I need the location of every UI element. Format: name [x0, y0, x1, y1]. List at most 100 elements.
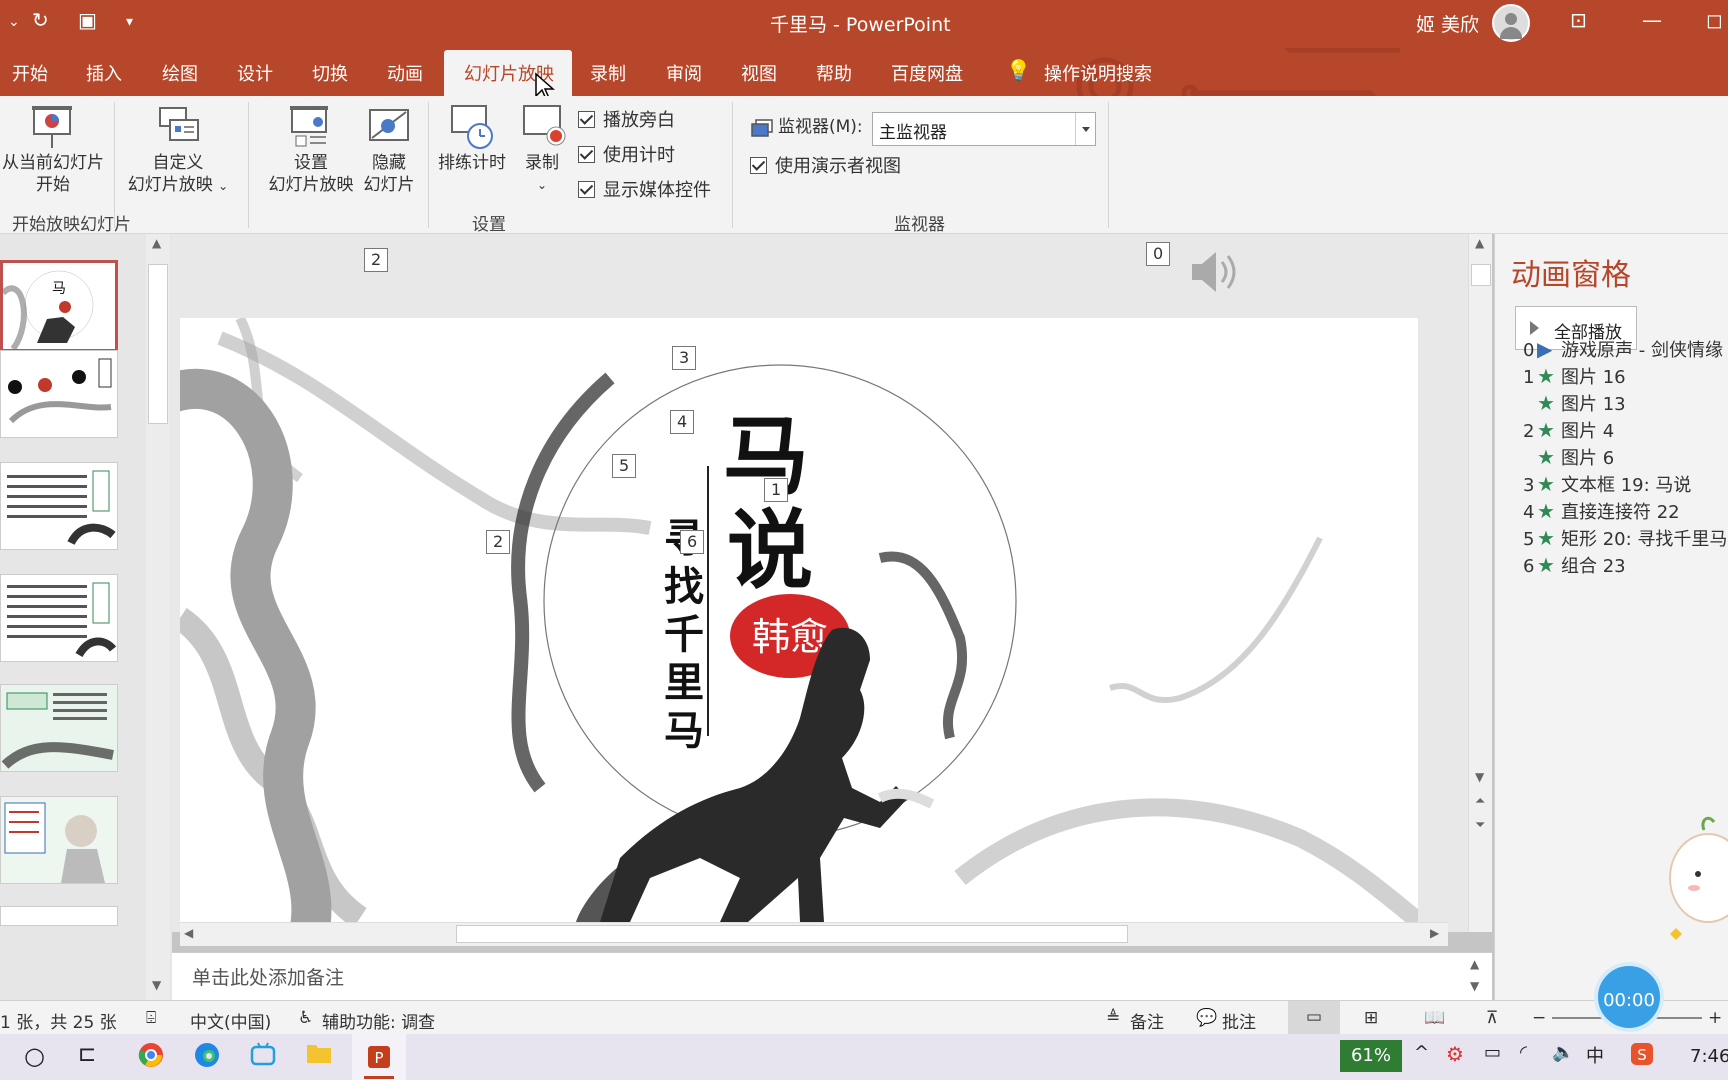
next-slide-icon[interactable]: ⏷ — [1475, 818, 1485, 833]
from-current-slide-button[interactable] — [30, 104, 74, 156]
battery-percentage[interactable]: 61% — [1340, 1040, 1402, 1072]
tab-animations[interactable]: 动画 — [387, 60, 423, 86]
animation-list-item[interactable]: 5 ★ 矩形 20: 寻找千里马 — [1523, 525, 1727, 551]
file-explorer-icon[interactable] — [306, 1042, 332, 1068]
powerpoint-taskbar-button[interactable]: P — [352, 1034, 406, 1080]
slideshow-qa-icon[interactable]: ▣ — [78, 8, 97, 32]
scroll-down-icon[interactable]: ▼ — [152, 978, 161, 992]
animation-list-item[interactable]: 0 ▶ 游戏原声 - 剑侠情缘 — [1523, 336, 1723, 362]
tab-insert[interactable]: 插入 — [86, 60, 122, 86]
volume-icon[interactable]: 🔈 — [1552, 1042, 1574, 1063]
setup-slideshow-button[interactable] — [288, 104, 334, 154]
slide-thumbnail-7[interactable] — [0, 906, 118, 926]
comments-button[interactable]: 批注 — [1222, 1008, 1256, 1033]
animation-list-item[interactable]: 3 ★ 文本框 19: 马说 — [1523, 471, 1691, 497]
restore-icon[interactable]: ◻ — [1706, 8, 1723, 32]
animation-tag[interactable]: 0 — [1146, 242, 1171, 266]
animation-tag[interactable]: 3 — [672, 346, 697, 370]
monitor-select[interactable]: 主监视器 — [872, 112, 1096, 146]
animation-list-item[interactable]: 6 ★ 组合 23 — [1523, 552, 1626, 578]
hide-slide-button[interactable] — [366, 104, 412, 150]
scroll-thumb[interactable] — [1471, 264, 1491, 286]
zoom-out-icon[interactable]: − — [1532, 1008, 1546, 1028]
animation-list-item[interactable]: 1 ★ 图片 16 — [1523, 363, 1626, 389]
accessibility-status[interactable]: 辅助功能: 调查 — [322, 1008, 435, 1033]
scroll-up-icon[interactable]: ▲ — [1475, 236, 1484, 250]
tab-view[interactable]: 视图 — [741, 60, 777, 86]
chevron-up-icon[interactable]: ^ — [1414, 1042, 1429, 1063]
slide-vertical-scrollbar[interactable]: ▲ ▼ ⏶ ⏷ — [1468, 234, 1492, 932]
normal-view-button[interactable]: ▭ — [1288, 1001, 1340, 1034]
presenter-view-checkbox[interactable]: 使用演示者视图 — [750, 152, 901, 178]
ribbon-display-icon[interactable]: ⊡ — [1570, 8, 1587, 32]
tab-baidu-netdisk[interactable]: 百度网盘 — [891, 60, 963, 86]
tab-design[interactable]: 设计 — [237, 60, 273, 86]
slide-thumbnail-6[interactable] — [0, 796, 118, 884]
slide-canvas[interactable]: 马 说 韩愈 寻 找 千 里 马 3 4 5 2 6 1 — [180, 318, 1418, 922]
slide-thumbnail-5[interactable] — [0, 684, 118, 772]
clock[interactable]: 7:46 — [1690, 1046, 1728, 1067]
scroll-down-icon[interactable]: ▼ — [1470, 979, 1479, 993]
search-tell-me[interactable]: 操作说明搜索 — [1044, 60, 1152, 86]
slide-thumbnail-4[interactable] — [0, 574, 118, 662]
minimize-icon[interactable]: — — [1642, 8, 1662, 32]
chevron-down-icon[interactable]: ⌄ — [8, 14, 20, 30]
notes-pane[interactable]: 单击此处添加备注 ▲ ▼ — [172, 952, 1492, 1000]
bilibili-icon[interactable] — [250, 1042, 276, 1070]
slide-sorter-icon[interactable]: ⊞ — [1364, 1008, 1378, 1028]
tab-record[interactable]: 录制 — [590, 60, 626, 86]
scroll-up-icon[interactable]: ▲ — [152, 236, 161, 250]
redo-icon[interactable]: ↻ — [32, 8, 49, 32]
animation-tag[interactable]: 5 — [612, 454, 637, 478]
recording-timer[interactable]: 00:00 — [1594, 962, 1664, 1032]
scroll-left-icon[interactable]: ◀ — [184, 926, 193, 940]
tab-transitions[interactable]: 切换 — [312, 60, 348, 86]
input-method-icon[interactable]: 中 — [1586, 1042, 1604, 1068]
scroll-right-icon[interactable]: ▶ — [1430, 926, 1439, 940]
reading-view-icon[interactable]: 📖 — [1424, 1008, 1445, 1028]
slide-thumbnail-2[interactable] — [0, 350, 118, 438]
show-media-controls-checkbox[interactable]: 显示媒体控件 — [578, 176, 711, 202]
tab-draw[interactable]: 绘图 — [162, 60, 198, 86]
play-narration-checkbox[interactable]: 播放旁白 — [578, 106, 675, 132]
scroll-thumb[interactable] — [148, 264, 168, 424]
slide-thumbnail-1[interactable]: 马 — [0, 260, 118, 352]
record-button[interactable] — [520, 102, 566, 152]
task-view-icon[interactable]: ⊏ — [78, 1042, 96, 1067]
animation-list-item[interactable]: 4 ★ 直接连接符 22 — [1523, 498, 1680, 524]
animation-list-item[interactable]: ★ 图片 6 — [1523, 444, 1614, 470]
edge-icon[interactable] — [194, 1042, 220, 1072]
animation-tag[interactable]: 4 — [670, 410, 695, 434]
slide-horizontal-scrollbar[interactable]: ◀ ▶ — [180, 922, 1448, 946]
scroll-thumb[interactable] — [456, 925, 1128, 943]
tab-review[interactable]: 审阅 — [666, 60, 702, 86]
custom-slideshow-button[interactable] — [158, 104, 202, 152]
avatar[interactable] — [1492, 4, 1530, 42]
rehearse-timings-button[interactable] — [448, 102, 496, 156]
chrome-icon[interactable] — [138, 1042, 164, 1072]
user-name[interactable]: 姬 美欣 — [1416, 10, 1479, 37]
tab-help[interactable]: 帮助 — [816, 60, 852, 86]
use-timings-checkbox[interactable]: 使用计时 — [578, 141, 675, 167]
thumbnails-scrollbar[interactable]: ▲ ▼ — [146, 234, 170, 1000]
animation-tag[interactable]: 2 — [486, 530, 511, 554]
language-indicator[interactable]: 中文(中国) — [190, 1008, 271, 1033]
animation-tag[interactable]: 1 — [764, 478, 789, 502]
animation-tag[interactable]: 2 — [364, 248, 389, 272]
antivirus-icon[interactable]: S — [1630, 1042, 1654, 1070]
tab-home[interactable]: 开始 — [12, 60, 48, 86]
wifi-icon[interactable]: ◜ — [1520, 1042, 1527, 1063]
animation-tag[interactable]: 6 — [680, 530, 705, 554]
chevron-down-icon[interactable] — [1075, 113, 1095, 145]
previous-slide-icon[interactable]: ⏶ — [1475, 794, 1485, 809]
accessibility-icon[interactable]: ♿ — [298, 1008, 313, 1028]
battery-icon[interactable]: ▭ — [1484, 1042, 1501, 1063]
scroll-up-icon[interactable]: ▲ — [1470, 957, 1479, 971]
spellcheck-icon[interactable]: ⌹ — [146, 1008, 156, 1028]
comments-icon[interactable]: 💬 — [1196, 1008, 1217, 1028]
slide-thumbnail-3[interactable] — [0, 462, 118, 550]
scroll-down-icon[interactable]: ▼ — [1475, 770, 1484, 784]
audio-speaker-icon[interactable] — [1186, 244, 1242, 300]
notes-button[interactable]: 备注 — [1130, 1008, 1164, 1033]
slideshow-view-icon[interactable]: ⊼ — [1486, 1008, 1498, 1028]
